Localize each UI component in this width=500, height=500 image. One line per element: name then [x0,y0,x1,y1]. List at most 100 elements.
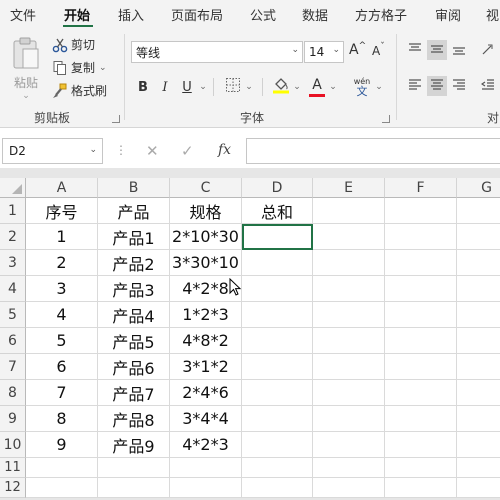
row-header-11[interactable]: 11 [0,458,26,478]
cell-g11[interactable] [457,458,500,478]
font-launcher-icon[interactable] [382,115,390,123]
cell-f7[interactable] [385,354,457,380]
tab-home[interactable]: 开始 [64,5,90,24]
formula-input[interactable] [246,138,500,164]
column-header-f[interactable]: F [385,178,457,198]
cell-d10[interactable] [242,432,313,458]
decrease-font-size-button[interactable]: Aˇ [372,42,385,58]
borders-button[interactable] [222,76,244,98]
font-size-select[interactable]: 14 ⌄ [304,41,344,63]
column-header-c[interactable]: C [170,178,242,198]
cell-b1[interactable]: 产品 [98,198,170,224]
cell-d3[interactable] [242,250,313,276]
row-header-3[interactable]: 3 [0,250,26,276]
cell-g3[interactable] [457,250,500,276]
cell-g8[interactable] [457,380,500,406]
cell-d7[interactable] [242,354,313,380]
cell-f2[interactable] [385,224,457,250]
cell-g5[interactable] [457,302,500,328]
cell-d5[interactable] [242,302,313,328]
cell-e11[interactable] [313,458,385,478]
cell-e10[interactable] [313,432,385,458]
cell-b12[interactable] [98,478,170,498]
cell-f10[interactable] [385,432,457,458]
cell-c12[interactable] [170,478,242,498]
cell-e8[interactable] [313,380,385,406]
cell-b9[interactable]: 产品8 [98,406,170,432]
align-bottom-button[interactable] [449,40,469,60]
row-header-2[interactable]: 2 [0,224,26,250]
tab-view[interactable]: 视 [486,5,499,24]
cell-f4[interactable] [385,276,457,302]
cell-a9[interactable]: 8 [26,406,98,432]
row-header-8[interactable]: 8 [0,380,26,406]
cell-e7[interactable] [313,354,385,380]
name-box[interactable]: D2 ⌄ [2,138,103,164]
cell-a10[interactable]: 9 [26,432,98,458]
cell-f8[interactable] [385,380,457,406]
decrease-indent-button[interactable] [478,76,498,96]
cell-e6[interactable] [313,328,385,354]
tab-data[interactable]: 数据 [302,5,328,24]
cell-c2[interactable]: 2*10*30 [170,224,242,250]
tab-insert[interactable]: 插入 [118,5,144,24]
cell-f1[interactable] [385,198,457,224]
cell-e2[interactable] [313,224,385,250]
cell-c7[interactable]: 3*1*2 [170,354,242,380]
row-header-9[interactable]: 9 [0,406,26,432]
cell-f6[interactable] [385,328,457,354]
cell-e9[interactable] [313,406,385,432]
row-header-5[interactable]: 5 [0,302,26,328]
align-left-button[interactable] [405,76,425,96]
cell-c3[interactable]: 3*30*10 [170,250,242,276]
cell-g12[interactable] [457,478,500,498]
row-header-10[interactable]: 10 [0,432,26,458]
row-header-4[interactable]: 4 [0,276,26,302]
underline-dropdown-icon[interactable]: ⌄ [198,76,208,98]
align-middle-button[interactable] [427,40,447,60]
cell-d4[interactable] [242,276,313,302]
cell-b3[interactable]: 产品2 [98,250,170,276]
cell-c6[interactable]: 4*8*2 [170,328,242,354]
cell-b2[interactable]: 产品1 [98,224,170,250]
paste-button[interactable]: 粘贴 ⌄ [8,36,44,101]
orientation-button[interactable] [478,40,498,60]
cell-b8[interactable]: 产品7 [98,380,170,406]
column-header-b[interactable]: B [98,178,170,198]
phonetic-guide-button[interactable]: wén 文 [350,76,374,98]
cell-b7[interactable]: 产品6 [98,354,170,380]
tab-formulas[interactable]: 公式 [250,5,276,24]
cell-f3[interactable] [385,250,457,276]
cell-a5[interactable]: 4 [26,302,98,328]
cell-g4[interactable] [457,276,500,302]
font-color-button[interactable]: A [306,76,328,98]
phonetic-dropdown-icon[interactable]: ⌄ [374,76,384,98]
cell-c11[interactable] [170,458,242,478]
enter-check-icon[interactable]: ✓ [181,142,194,160]
cell-b4[interactable]: 产品3 [98,276,170,302]
cell-b10[interactable]: 产品9 [98,432,170,458]
cell-g2[interactable] [457,224,500,250]
cell-a2[interactable]: 1 [26,224,98,250]
cell-d8[interactable] [242,380,313,406]
cell-g7[interactable] [457,354,500,380]
cell-c9[interactable]: 3*4*4 [170,406,242,432]
column-header-g[interactable]: G [457,178,500,198]
cell-d11[interactable] [242,458,313,478]
cell-a11[interactable] [26,458,98,478]
cell-a8[interactable]: 7 [26,380,98,406]
cell-d12[interactable] [242,478,313,498]
tab-review[interactable]: 审阅 [435,5,461,24]
cell-f9[interactable] [385,406,457,432]
cell-d2[interactable] [242,224,313,250]
font-color-dropdown-icon[interactable]: ⌄ [328,76,338,98]
insert-function-button[interactable]: fx [218,142,231,158]
increase-font-size-button[interactable]: A ^ [349,41,366,58]
fill-color-dropdown-icon[interactable]: ⌄ [292,76,302,98]
align-right-button[interactable] [449,76,469,96]
italic-button[interactable]: I [155,76,175,98]
cell-a6[interactable]: 5 [26,328,98,354]
cancel-icon[interactable]: ✕ [146,142,159,160]
column-header-e[interactable]: E [313,178,385,198]
cell-e5[interactable] [313,302,385,328]
